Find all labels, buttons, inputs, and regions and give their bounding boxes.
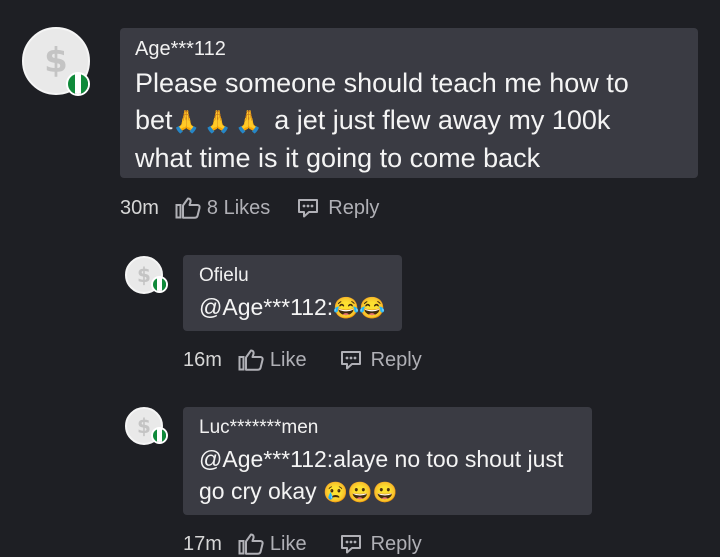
comment-text-segment: a jet just flew away my 100k [274,105,611,135]
nigeria-flag-icon [151,427,168,444]
comment-text-line: bet🙏🙏🙏 a jet just flew away my 100k [135,102,682,140]
comment-username[interactable]: Ofielu [199,265,388,287]
dollar-coin-icon: $ [44,41,68,81]
comment-text-line: go cry okay 😢😀😀 [199,475,578,509]
comment-text: @Age***112:😂😂 [199,291,388,325]
like-button[interactable]: Like [238,349,307,372]
reply-button[interactable]: Reply [340,533,422,556]
comment-timestamp: 30m [120,196,159,219]
praying-hands-emoji: 🙏🙏🙏 [172,109,267,134]
reply-label: Reply [370,532,422,555]
nigeria-flag-icon [66,72,90,96]
comment-text-segment: @Age***112: [199,294,334,320]
comment-meta: 17m Like Reply [183,532,422,556]
thumbs-up-icon [238,349,264,371]
comment-text: Please someone should teach me how to be… [135,65,682,177]
crying-grinning-emoji: 😢😀😀 [323,482,398,504]
reply-label: Reply [370,348,422,371]
reply-icon [340,535,361,554]
dollar-coin-icon: $ [137,263,151,287]
like-button[interactable]: Like [238,533,307,556]
comment-meta: 16m Like Reply [183,348,422,372]
reply-icon [340,351,361,370]
dollar-coin-icon: $ [137,414,151,438]
thumbs-up-icon [175,197,201,219]
reply-label: Reply [328,196,380,219]
like-count: Like [269,532,307,555]
like-count: 8 Likes [206,196,271,219]
comment-text-segment: go cry okay [199,478,317,504]
like-button[interactable]: 8 Likes [175,197,270,220]
tears-of-joy-emoji: 😂😂 [333,297,386,320]
comment-timestamp: 16m [183,348,222,371]
comment-text: @Age***112:alaye no too shout just go cr… [199,443,578,509]
reply-button[interactable]: Reply [340,349,422,372]
comment-bubble: Ofielu @Age***112:😂😂 [183,255,402,331]
thumbs-up-icon [238,533,264,555]
comment-text-segment: bet [135,105,173,135]
comment-username[interactable]: Age***112 [135,38,682,60]
reply-icon [298,199,319,218]
comment-text-line: Please someone should teach me how to [135,68,629,98]
comment-timestamp: 17m [183,532,222,555]
comment-bubble: Luc*******men @Age***112:alaye no too sh… [183,407,592,515]
comment-bubble: Age***112 Please someone should teach me… [120,28,698,178]
comment-text-line: what time is it going to come back [135,143,541,173]
comment-text-line: @Age***112:alaye no too shout just [199,446,564,472]
nigeria-flag-icon [151,276,168,293]
comment-meta: 30m 8 Likes Reply [120,196,379,220]
reply-button[interactable]: Reply [297,197,379,220]
like-count: Like [269,348,307,371]
comment-username[interactable]: Luc*******men [199,417,578,439]
